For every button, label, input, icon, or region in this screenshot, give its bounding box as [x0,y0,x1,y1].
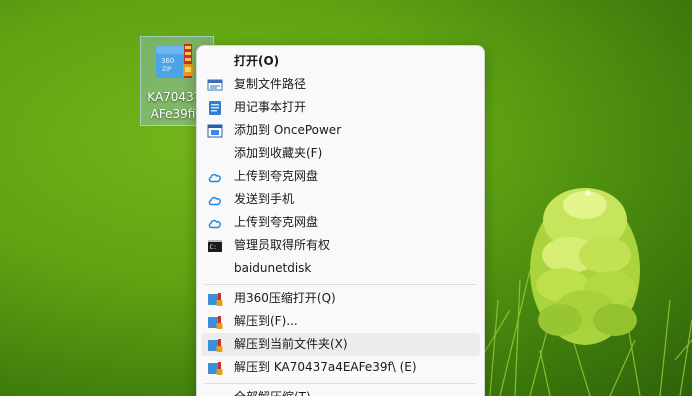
menu-item-open-notepad[interactable]: 用记事本打开 [201,96,480,119]
menu-item-label: 添加到 OncePower [234,123,342,137]
menu-item-take-ownership[interactable]: C: 管理员取得所有权 [201,234,480,257]
menu-item-open[interactable]: 打开(O) [201,50,480,73]
360zip-icon [208,293,223,306]
menu-item-label: 添加到收藏夹(F) [234,146,323,160]
menu-separator [205,383,476,384]
context-menu: 打开(O) 复制文件路径 用记事本打开 添加到 OncePower 添加到收藏夹… [196,45,485,396]
menu-item-copy-path[interactable]: 复制文件路径 [201,73,480,96]
menu-item-label: 用360压缩打开(Q) [234,291,336,305]
desktop: 360 ZIP KA70437a AFe39fi.z 打开(O) 复制文件路径 … [0,0,692,396]
menu-item-extract-here[interactable]: 解压到当前文件夹(X) [201,333,480,356]
terminal-icon: C: [208,240,222,252]
menu-item-label: 解压到(F)... [234,314,298,328]
menu-item-label: 用记事本打开 [234,100,307,114]
path-icon [207,79,223,91]
menu-item-label: 上传到夸克网盘 [234,215,319,229]
menu-item-label: baidunetdisk [234,261,312,275]
cloud-upload-icon [208,196,221,206]
360zip-archive-icon: 360 ZIP [156,44,193,78]
cloud-upload-icon [208,173,221,183]
menu-item-label: 上传到夸克网盘 [234,169,319,183]
wallpaper-pinecone [479,188,692,396]
menu-item-label: 解压到 KA70437a4EAFe39f\ (E) [234,360,417,374]
menu-item-upload-quark-2[interactable]: 上传到夸克网盘 [201,211,480,234]
menu-item-add-favorites[interactable]: 添加到收藏夹(F) [201,142,480,165]
menu-item-label: 解压到当前文件夹(X) [234,337,348,351]
cloud-upload-icon [208,219,221,229]
menu-item-add-oncepower[interactable]: 添加到 OncePower [201,119,480,142]
menu-item-send-phone[interactable]: 发送到手机 [201,188,480,211]
svg-text:ZIP: ZIP [162,66,172,73]
svg-text:360: 360 [161,57,174,65]
menu-item-label: 打开(O) [234,54,280,68]
menu-item-label: 复制文件路径 [234,77,307,91]
menu-item-label: 发送到手机 [234,192,295,206]
menu-item-upload-quark-1[interactable]: 上传到夸克网盘 [201,165,480,188]
menu-item-label: 全部解压缩(T)... [234,386,322,396]
360zip-icon [208,316,223,329]
360zip-icon [208,339,223,352]
svg-text:C:: C: [210,244,217,251]
menu-item-open-360zip[interactable]: 用360压缩打开(Q) [201,287,480,310]
oncepower-icon [207,124,223,138]
menu-item-extract-to-folder[interactable]: 解压到 KA70437a4EAFe39f\ (E) [201,356,480,379]
menu-item-extract-all[interactable]: 全部解压缩(T)... [201,386,480,396]
360zip-icon [208,362,223,375]
menu-item-extract-to[interactable]: 解压到(F)... [201,310,480,333]
menu-item-label: 管理员取得所有权 [234,238,331,252]
menu-item-baidunetdisk[interactable]: baidunetdisk [201,257,480,280]
notepad-icon [209,101,221,115]
menu-separator [205,284,476,285]
